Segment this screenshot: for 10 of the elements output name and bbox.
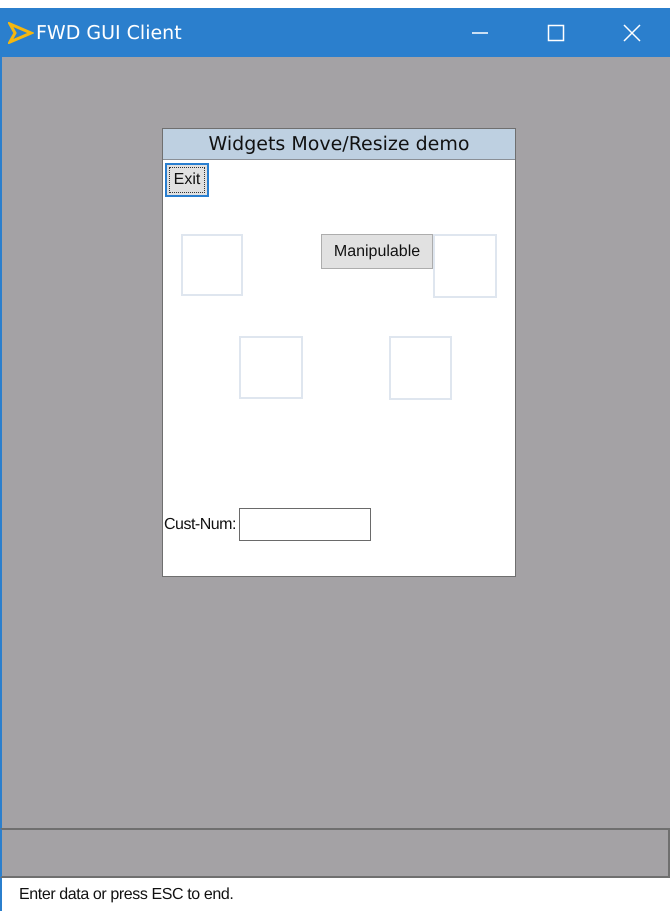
play-arrow-icon	[8, 22, 34, 44]
frame-button[interactable]: Manipulable	[321, 234, 433, 269]
close-icon[interactable]	[623, 24, 641, 42]
frame-title: Widgets Move/Resize demo	[163, 129, 515, 160]
status-text: Enter data or press ESC to end.	[19, 886, 234, 904]
field-label: Cust-Num:	[164, 516, 236, 534]
window-title: FWD GUI Client	[36, 22, 183, 44]
input-field[interactable]	[238, 508, 371, 541]
frame-button[interactable]: Exit	[165, 163, 209, 197]
maximize-icon[interactable]	[547, 24, 565, 42]
